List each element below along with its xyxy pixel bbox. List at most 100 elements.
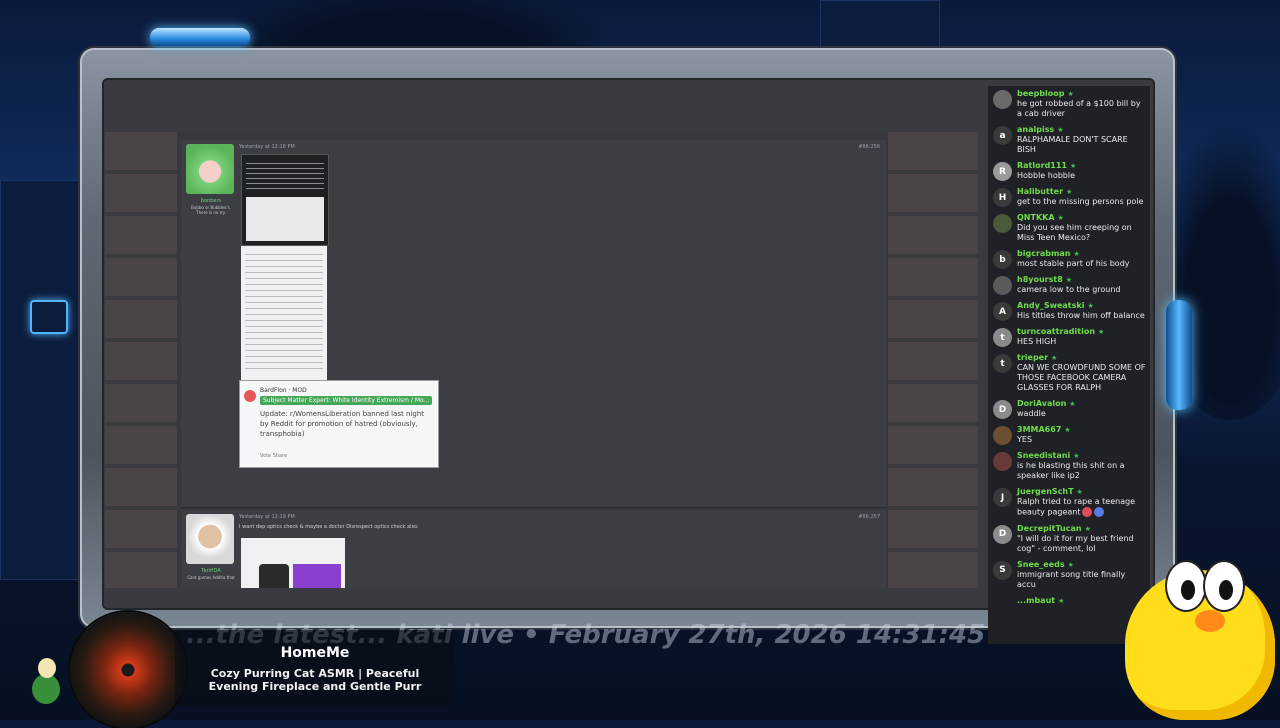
chat-avatar[interactable] (993, 276, 1012, 295)
post-id[interactable]: #86,257 (858, 514, 880, 520)
chat-username[interactable]: Andy_Sweatski ★ (1017, 301, 1146, 311)
screenshot-text (245, 254, 323, 372)
chat-username-text[interactable]: QNTKKA (1017, 213, 1055, 222)
chat-username-text[interactable]: DecrepitTucan (1017, 524, 1082, 533)
avatar[interactable] (186, 514, 234, 564)
chat-avatar[interactable]: b (993, 250, 1012, 269)
chat-avatar[interactable] (993, 214, 1012, 233)
post-username[interactable]: TenHDA (187, 568, 235, 574)
chat-text: RALPHAMALE DON'T SCARE BISH (1017, 135, 1146, 155)
chat-text: YES (1017, 435, 1146, 445)
chat-text: most stable part of his body (1017, 259, 1146, 269)
chat-username[interactable]: Sneedistani ★ (1017, 451, 1146, 461)
chat-message: Sneedistani ★ is he blasting this shit on … (988, 448, 1150, 484)
chat-username-text[interactable]: DoriAvalon (1017, 399, 1066, 408)
chat-avatar[interactable]: D (993, 524, 1012, 544)
chat-username[interactable]: trieper ★ (1017, 353, 1146, 363)
chat-username-text[interactable]: Andy_Sweatski (1017, 301, 1084, 310)
chat-username-text[interactable]: analpiss (1017, 125, 1054, 134)
chat-message-list: beepbloop ★ he got robbed of a $100 bill b… (988, 86, 1150, 617)
chat-avatar[interactable]: H (993, 188, 1012, 207)
chat-username-text[interactable]: beepbloop (1017, 89, 1065, 98)
star-icon: ★ (1098, 328, 1105, 336)
neon-sign (30, 300, 68, 334)
chat-username-text[interactable]: h8yourst8 (1017, 275, 1063, 284)
embedded-screenshot[interactable] (241, 246, 327, 380)
chat-text-content: HES HIGH (1017, 337, 1057, 346)
koopa-sprite (26, 656, 66, 716)
video-thumbnail-face (259, 564, 289, 588)
chat-avatar[interactable]: S (993, 560, 1012, 580)
avatar[interactable] (186, 144, 234, 194)
chat-avatar[interactable] (993, 596, 1012, 616)
emote-icon (1082, 507, 1093, 517)
chat-username-text[interactable]: Halibutter (1017, 187, 1063, 196)
embedded-screenshot[interactable] (241, 154, 329, 246)
chat-username-text[interactable]: ...mbaut (1017, 596, 1055, 605)
reddit-comment-embed[interactable]: BardFlon · MOD Subject Matter Expert: Wh… (239, 380, 439, 468)
chat-text: HES HIGH (1017, 337, 1146, 347)
emote-icon (1094, 507, 1105, 517)
star-icon: ★ (1084, 524, 1091, 533)
star-icon: ★ (1051, 354, 1058, 362)
chat-username-text[interactable]: turncoattradition (1017, 327, 1095, 336)
chat-username[interactable]: JuergenSchT ★ (1017, 487, 1146, 497)
chat-avatar[interactable]: R (993, 162, 1012, 181)
chat-avatar[interactable] (993, 452, 1012, 471)
chat-username-text[interactable]: trieper (1017, 353, 1048, 362)
post-id[interactable]: #86,256 (858, 144, 880, 150)
chat-avatar[interactable] (993, 426, 1012, 445)
mascot-eye (1203, 560, 1245, 612)
chat-username[interactable]: bigcrabman ★ (1017, 249, 1146, 259)
chat-message: t trieper ★ CAN WE CROWDFUND SOME OF THOSE … (988, 350, 1150, 396)
chat-username-text[interactable]: Sneedistani (1017, 451, 1070, 460)
chat-username[interactable]: beepbloop ★ (1017, 89, 1146, 99)
chat-username[interactable]: DoriAvalon ★ (1017, 399, 1146, 409)
mascot-eye (1165, 560, 1207, 612)
chat-message: a analpiss ★ RALPHAMALE DON'T SCARE BISH (988, 122, 1150, 158)
chat-avatar[interactable]: J (993, 488, 1012, 507)
forum-screen: bonbers Bubbo or Bubbles's. There is no … (105, 132, 978, 588)
chat-text-content: Ralph tried to rape a teenage beauty pag… (1017, 497, 1136, 517)
chat-username[interactable]: h8yourst8 ★ (1017, 275, 1146, 285)
chat-text: CAN WE CROWDFUND SOME OF THOSE FACEBOOK … (1017, 363, 1146, 393)
chat-text: Did you see him creeping on Miss Teen Me… (1017, 223, 1146, 243)
chat-username-text[interactable]: 3MMA667 (1017, 425, 1061, 434)
chat-username[interactable]: DecrepitTucan ★ (1017, 524, 1146, 534)
embedded-screenshot[interactable] (241, 538, 345, 588)
chat-username[interactable]: turncoattradition ★ (1017, 327, 1146, 337)
thumbnail-strip-left (105, 132, 177, 588)
chat-username-text[interactable]: Ratlord111 (1017, 161, 1067, 170)
reddit-flair: Subject Matter Expert: White Identity Ex… (260, 396, 433, 405)
chat-text-content: is he blasting this shit on a speaker li… (1017, 461, 1125, 480)
chat-avatar[interactable]: D (993, 400, 1012, 419)
post-body: I want dep optics check & maybe a doctor… (239, 524, 419, 530)
chat-username[interactable]: Halibutter ★ (1017, 187, 1146, 197)
post-timestamp[interactable]: Yesterday at 12:18 PM (239, 144, 295, 150)
star-icon: ★ (1073, 250, 1080, 258)
now-playing-title: HomeMe (280, 645, 350, 661)
chat-avatar[interactable]: A (993, 302, 1012, 321)
chat-message: A Andy_Sweatski ★ His titties throw him off… (988, 298, 1150, 324)
forum-post: TenHDA Cant games Addito that Yesterday … (181, 510, 886, 588)
post-timestamp[interactable]: Yesterday at 12:19 PM (239, 514, 295, 520)
chat-username-text[interactable]: Snee_eeds (1017, 560, 1065, 569)
chat-username[interactable]: Ratlord111 ★ (1017, 161, 1146, 171)
reddit-actions[interactable]: Vote Share (260, 453, 287, 459)
chat-avatar[interactable]: t (993, 328, 1012, 347)
chat-text-content: RALPHAMALE DON'T SCARE BISH (1017, 135, 1128, 154)
mascot-nose (1195, 610, 1225, 632)
chat-username[interactable]: QNTKKA ★ (1017, 213, 1146, 223)
chat-username[interactable]: analpiss ★ (1017, 125, 1146, 135)
chat-username[interactable]: 3MMA667 ★ (1017, 425, 1146, 435)
chat-username-text[interactable]: JuergenSchT (1017, 487, 1074, 496)
chat-avatar[interactable]: t (993, 354, 1012, 373)
chat-text-content: he got robbed of a $100 bill by a cab dr… (1017, 99, 1141, 118)
chat-avatar[interactable]: a (993, 126, 1012, 145)
chat-username-text[interactable]: bigcrabman (1017, 249, 1070, 258)
chat-avatar[interactable] (993, 90, 1012, 109)
frame-glow-tube-right (1166, 300, 1192, 410)
star-icon: ★ (1070, 162, 1077, 170)
post-username[interactable]: bonbers (187, 198, 235, 204)
star-icon: ★ (1057, 126, 1064, 134)
